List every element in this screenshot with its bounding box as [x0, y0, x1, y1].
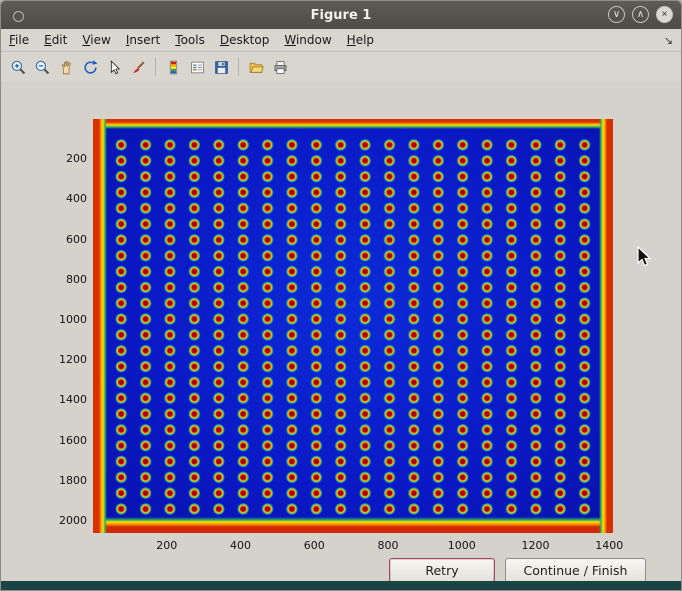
x-tick-label: 1200 — [516, 539, 556, 552]
x-tick-label: 800 — [368, 539, 408, 552]
brush-icon — [130, 59, 147, 76]
y-tick-label: 1800 — [47, 474, 87, 487]
menu-desktop[interactable]: Desktop — [220, 33, 270, 47]
y-tick-label: 1400 — [47, 393, 87, 406]
insert-colorbar-button[interactable] — [162, 56, 184, 78]
menu-help[interactable]: Help — [347, 33, 374, 47]
figure-image[interactable] — [93, 119, 613, 533]
save-icon — [213, 59, 230, 76]
rotate-3d-button[interactable] — [79, 56, 101, 78]
save-button[interactable] — [210, 56, 232, 78]
insert-legend-button[interactable] — [186, 56, 208, 78]
insert-legend-icon — [189, 59, 206, 76]
maximize-button[interactable]: ∧ — [632, 6, 649, 23]
dot-array-heatmap — [109, 137, 597, 517]
print-icon — [272, 59, 289, 76]
image-edge-top — [93, 119, 613, 129]
y-tick-label: 2000 — [47, 514, 87, 527]
y-tick-label: 1600 — [47, 434, 87, 447]
menu-insert[interactable]: Insert — [126, 33, 160, 47]
x-tick-label: 1400 — [589, 539, 629, 552]
y-tick-label: 1200 — [47, 353, 87, 366]
toolbar-separator — [155, 58, 156, 76]
image-edge-right — [599, 119, 613, 533]
image-edge-left — [93, 119, 107, 533]
x-tick-label: 600 — [294, 539, 334, 552]
figure-toolbar — [1, 52, 681, 83]
data-cursor-button[interactable] — [103, 56, 125, 78]
y-tick-label: 1000 — [47, 313, 87, 326]
pan-button[interactable] — [55, 56, 77, 78]
close-button[interactable]: × — [656, 6, 673, 23]
open-folder-icon — [248, 59, 265, 76]
y-tick-label: 400 — [47, 192, 87, 205]
toolbar-separator — [238, 58, 239, 76]
window-controls: ∨ ∧ × — [608, 6, 673, 23]
insert-colorbar-icon — [165, 59, 182, 76]
menu-view[interactable]: View — [82, 33, 110, 47]
y-tick-label: 200 — [47, 152, 87, 165]
y-tick-label: 800 — [47, 273, 87, 286]
menu-window[interactable]: Window — [284, 33, 331, 47]
rotate-3d-icon — [82, 59, 99, 76]
pan-hand-icon — [58, 59, 75, 76]
menubar: File Edit View Insert Tools Desktop Wind… — [1, 29, 681, 52]
x-tick-label: 200 — [147, 539, 187, 552]
x-tick-label: 400 — [221, 539, 261, 552]
window-title: Figure 1 — [311, 8, 372, 23]
zoom-out-button[interactable] — [31, 56, 53, 78]
zoom-out-icon — [34, 59, 51, 76]
figure-window: Figure 1 ∨ ∧ × File Edit View Insert Too… — [0, 0, 682, 591]
menu-edit[interactable]: Edit — [44, 33, 67, 47]
brush-button[interactable] — [127, 56, 149, 78]
retry-button[interactable]: Retry — [389, 558, 495, 583]
window-bottom-strip — [1, 581, 681, 590]
menu-tools[interactable]: Tools — [175, 33, 205, 47]
dock-figure-icon[interactable]: ↘ — [664, 34, 673, 47]
menu-file[interactable]: File — [9, 33, 29, 47]
x-tick-label: 1000 — [442, 539, 482, 552]
window-menu-icon[interactable] — [13, 11, 24, 22]
data-cursor-icon — [106, 59, 123, 76]
titlebar[interactable]: Figure 1 ∨ ∧ × — [1, 1, 681, 29]
figure-canvas: 200 400 600 800 1000 1200 1400 200 400 600 800 1000… — [1, 81, 681, 581]
y-tick-label: 600 — [47, 233, 87, 246]
zoom-in-button[interactable] — [7, 56, 29, 78]
print-button[interactable] — [269, 56, 291, 78]
open-button[interactable] — [245, 56, 267, 78]
shade-button[interactable]: ∨ — [608, 6, 625, 23]
zoom-in-icon — [10, 59, 27, 76]
image-edge-bottom — [93, 517, 613, 533]
continue-finish-button[interactable]: Continue / Finish — [505, 558, 646, 583]
